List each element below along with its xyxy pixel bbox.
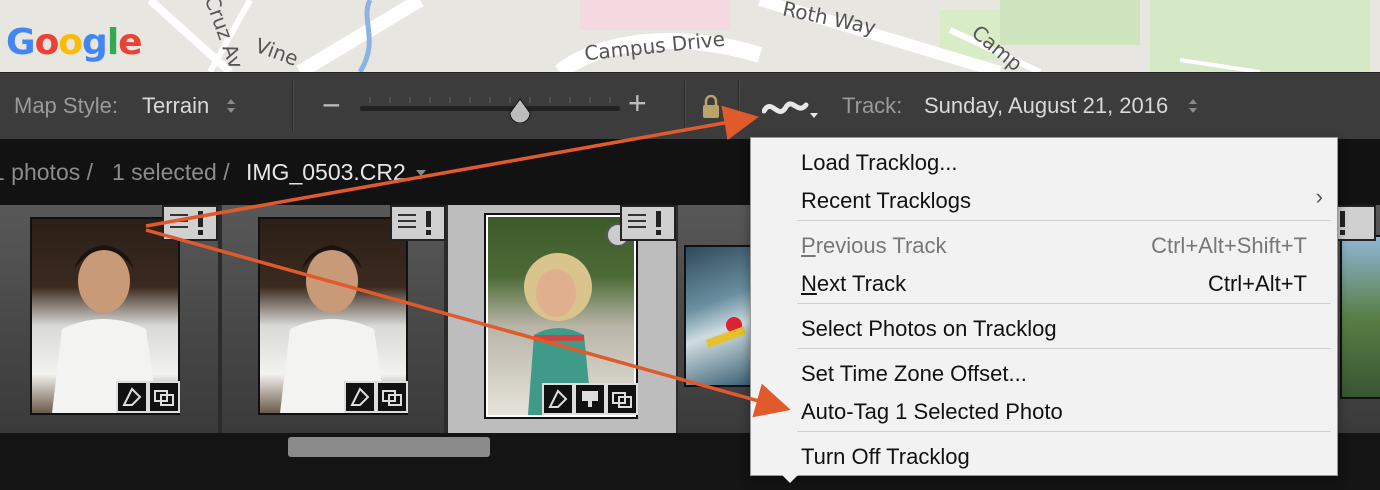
menu-item-auto-tag[interactable]: Auto-Tag 1 Selected Photo: [801, 399, 1063, 425]
selected-count: 1 selected /: [112, 159, 230, 185]
shortcut-previous-track: Ctrl+Alt+Shift+T: [1151, 233, 1307, 258]
photo-thumbnail[interactable]: [1340, 235, 1380, 399]
selected-filename[interactable]: IMG_0503.CR2: [246, 159, 406, 186]
zoom-out-button[interactable]: −: [322, 87, 341, 124]
updown-arrows-icon[interactable]: [1188, 97, 1198, 115]
submenu-arrow-icon: ›: [1315, 184, 1323, 209]
metadata-badge[interactable]: [162, 205, 218, 241]
toolbar-divider: [292, 81, 294, 131]
flag-icon: [1340, 211, 1345, 235]
chevron-down-icon[interactable]: [416, 170, 426, 176]
zoom-slider[interactable]: [360, 93, 620, 123]
crop-icon[interactable]: [376, 381, 408, 413]
filmstrip-cell[interactable]: [1332, 205, 1380, 433]
map-style-label: Map Style:: [14, 93, 118, 118]
toolbar-divider: [684, 81, 686, 131]
filmstrip-cell[interactable]: [0, 205, 218, 433]
scrollbar-thumb[interactable]: [288, 437, 490, 457]
menu-item-turn-off-tracklog[interactable]: Turn Off Tracklog: [801, 444, 970, 470]
map-toolbar: Map Style: Terrain − + Track: Sunday, Au…: [0, 72, 1380, 140]
map-view[interactable]: Google Roth Way Campus Drive Cruz Av Vin…: [0, 0, 1380, 72]
menu-item-next-track[interactable]: Next Track: [801, 271, 906, 297]
keyword-tag-icon[interactable]: [116, 381, 148, 413]
photo-river-image: [705, 317, 747, 348]
menu-item-previous-track: Previous Track: [801, 233, 947, 258]
lock-icon[interactable]: [702, 95, 720, 119]
menu-item-load-tracklog[interactable]: Load Tracklog...: [801, 150, 958, 176]
flag-icon: [170, 211, 203, 235]
filmstrip-cell-selected[interactable]: [448, 205, 676, 433]
crop-icon[interactable]: [606, 383, 638, 415]
track-label: Track:: [842, 93, 903, 118]
flag-icon: [398, 211, 431, 235]
photo-count: 1 photos /: [0, 159, 94, 185]
zoom-in-button[interactable]: +: [628, 85, 647, 122]
map-style-select[interactable]: Terrain: [142, 93, 209, 119]
menu-item-recent-tracklogs[interactable]: Recent Tracklogs: [801, 188, 971, 214]
zoom-slider-handle: [509, 98, 531, 123]
metadata-badge[interactable]: [620, 205, 676, 241]
track-select[interactable]: Sunday, August 21, 2016: [924, 93, 1168, 119]
menu-pointer-icon: [780, 473, 800, 483]
menu-separator: [797, 431, 1331, 432]
menu-item-set-time-zone-offset[interactable]: Set Time Zone Offset...: [801, 361, 1027, 387]
flag-icon: [628, 211, 661, 235]
menu-item-select-photos-on-tracklog[interactable]: Select Photos on Tracklog: [801, 316, 1057, 342]
keyword-tag-icon[interactable]: [344, 381, 376, 413]
keyword-tag-icon[interactable]: [542, 383, 574, 415]
map-pin-icon[interactable]: [574, 383, 606, 415]
menu-separator: [797, 348, 1331, 349]
filmstrip-cell[interactable]: [222, 205, 446, 433]
updown-arrows-icon[interactable]: [226, 97, 236, 115]
crop-icon[interactable]: [148, 381, 180, 413]
google-logo: Google: [6, 22, 143, 63]
tracklog-icon[interactable]: [762, 95, 820, 123]
menu-separator: [797, 220, 1331, 221]
tracklog-menu: Load Tracklog... Recent Tracklogs › Prev…: [750, 137, 1338, 476]
metadata-badge[interactable]: [390, 205, 446, 241]
metadata-badge[interactable]: [1332, 205, 1376, 241]
photo-thumbnail[interactable]: [684, 245, 754, 387]
filmstrip-cell[interactable]: [678, 205, 754, 433]
shortcut-next-track: Ctrl+Alt+T: [1207, 271, 1307, 296]
menu-separator: [797, 303, 1331, 304]
toolbar-divider: [738, 81, 740, 131]
